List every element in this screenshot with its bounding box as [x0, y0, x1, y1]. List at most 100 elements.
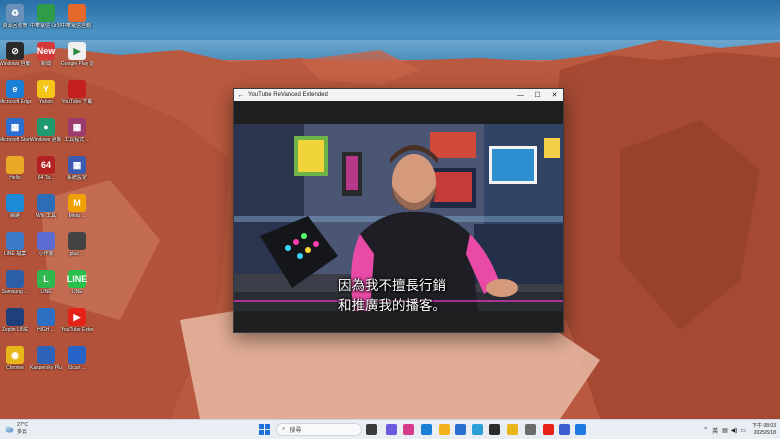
app-icon: ◉	[6, 346, 24, 364]
desktop-icon[interactable]: New 新聞	[31, 40, 61, 76]
bluetooth-icon[interactable]	[575, 424, 586, 435]
cloud-icon	[5, 426, 14, 433]
desktop-icon[interactable]: ▦ 工具程式 ...	[62, 116, 92, 152]
desktop-icon[interactable]: ◉ Chrome	[0, 344, 30, 380]
back-arrow-icon[interactable]: ←	[234, 92, 248, 99]
maximize-button[interactable]: ☐	[529, 91, 546, 99]
desktop-icon[interactable]: 小作家	[31, 230, 61, 266]
file-explorer-icon[interactable]	[439, 424, 450, 435]
desktop-icon[interactable]: Zeplin LINE	[0, 306, 30, 342]
desktop-icon[interactable]: HiGH ...	[31, 306, 61, 342]
photos-icon[interactable]	[472, 424, 483, 435]
system-tray: ^ 英 ▤ ◀) ▭ 下午 08:03 2025/5/18	[704, 422, 776, 438]
desktop-icon-label: 工具程式 ...	[64, 137, 90, 143]
desktop-icon[interactable]: 網路	[0, 192, 30, 228]
app-icon	[37, 232, 55, 250]
desktop-icon[interactable]: L LINE	[31, 268, 61, 304]
app-icon: e	[6, 80, 24, 98]
desktop-icon-label: 資源回收筒	[2, 23, 28, 29]
desktop-icon[interactable]: ▦ 系統設定	[62, 154, 92, 190]
app-icon	[37, 4, 55, 22]
search-placeholder: 搜尋	[289, 428, 302, 434]
clock-time: 下午 08:03	[752, 423, 776, 429]
desktop-icon-label: iScan ...	[67, 365, 87, 371]
desktop-icon[interactable]: Hello	[0, 154, 30, 190]
desktop-icon-label: Hello	[9, 175, 21, 181]
desktop-icon-label: Chrome	[6, 365, 24, 371]
desktop-icon[interactable]: ▶Google Play 遊戲	[61, 40, 93, 76]
app-icon	[6, 232, 24, 250]
video-player-area[interactable]: 因為我不擅長行銷 和推廣我的播客。	[234, 101, 563, 332]
desktop-icon[interactable]: M Meta ...	[62, 192, 92, 228]
desktop-icon[interactable]: iScan ...	[62, 344, 92, 380]
app-icon	[68, 346, 86, 364]
desktop-icon[interactable]: plus ...	[62, 230, 92, 266]
desktop-icon[interactable]: Samsung ...	[0, 268, 30, 304]
app-icon: New	[37, 42, 55, 60]
desktop-icon-label: 64 Ta...	[37, 175, 55, 181]
desktop-icon[interactable]: ▶YouTube Extended	[61, 306, 93, 342]
edge-icon[interactable]	[421, 424, 432, 435]
network-icon[interactable]: ▤	[722, 427, 728, 434]
desktop-icon-label: Windows 自動 修復	[0, 61, 31, 67]
copilot-icon[interactable]	[386, 424, 397, 435]
close-button[interactable]: ✕	[546, 91, 563, 99]
desktop-icon[interactable]: 中華電信自動 ...	[61, 2, 93, 38]
app-icon: ●	[37, 118, 55, 136]
chrome-icon[interactable]	[507, 424, 518, 435]
desktop-icon-label: Win 工具	[35, 213, 56, 219]
desktop-icon-label: LINE 檔案	[3, 251, 27, 257]
desktop-icon[interactable]: Win 工具	[31, 192, 61, 228]
desktop-icon[interactable]: 64 64 Ta...	[31, 154, 61, 190]
app-icon	[6, 194, 24, 212]
app-icon	[37, 346, 55, 364]
desktop-icon[interactable]: LINE LINE	[62, 268, 92, 304]
search-icon: ⌕	[282, 426, 286, 432]
desktop-icon[interactable]: Kaspersky Plus ...	[30, 344, 62, 380]
weather-widget[interactable]: 27°C 多云	[5, 422, 28, 436]
task-view-icon[interactable]	[366, 424, 377, 435]
desktop-icon[interactable]: ▦ Microsoft Store	[0, 116, 31, 152]
taskbar-clock[interactable]: 下午 08:03 2025/5/18	[752, 423, 776, 437]
terminal-icon[interactable]	[489, 424, 500, 435]
settings-icon[interactable]	[525, 424, 536, 435]
desktop-icon[interactable]: Y Yahoo	[31, 78, 61, 114]
app-icon	[6, 308, 24, 326]
volume-icon[interactable]: ◀)	[731, 427, 738, 434]
app-icon	[37, 194, 55, 212]
desktop-icon[interactable]: ●Windows 更新 ...	[30, 116, 62, 152]
app-icon: 64	[37, 156, 55, 174]
start-button-icon[interactable]	[259, 424, 270, 435]
desktop-icon-label: Zeplin LINE	[1, 327, 29, 333]
app-icon[interactable]	[559, 424, 570, 435]
desktop-icon-label: Kaspersky Plus ...	[30, 365, 62, 371]
minimize-button[interactable]: —	[512, 92, 529, 99]
chevron-up-icon[interactable]: ^	[704, 427, 707, 433]
app-icon	[37, 308, 55, 326]
widgets-icon[interactable]	[403, 424, 414, 435]
desktop-icon-label: Meta ...	[68, 213, 86, 219]
desktop-icon-label: 新聞	[40, 61, 51, 67]
taskbar-search-box[interactable]: ⌕ 搜尋	[276, 423, 362, 436]
window-titlebar[interactable]: ← YouTube ReVanced Extended — ☐ ✕	[234, 89, 563, 101]
desktop-icon-label: Yahoo	[38, 99, 54, 105]
desktop-icon[interactable]: LINE 檔案	[0, 230, 30, 266]
desktop-icon[interactable]: YouTube 下載	[61, 78, 93, 114]
youtube-revanced-window[interactable]: ← YouTube ReVanced Extended — ☐ ✕ 因為我不擅長…	[233, 88, 564, 333]
battery-icon[interactable]: ▭	[740, 427, 746, 434]
app-icon: ▦	[6, 118, 24, 136]
desktop-icon[interactable]: ♻ 資源回收筒	[0, 2, 30, 38]
video-frame[interactable]: 因為我不擅長行銷 和推廣我的播客。	[234, 124, 563, 311]
store-icon[interactable]	[455, 424, 466, 435]
youtube-icon[interactable]	[543, 424, 554, 435]
desktop-icon[interactable]: 中華電信 Ur365	[30, 2, 62, 38]
app-icon: ▦	[68, 156, 86, 174]
app-icon: M	[68, 194, 86, 212]
app-icon: Y	[37, 80, 55, 98]
desktop-icon-label: YouTube Extended	[61, 327, 93, 333]
clock-date: 2025/5/18	[753, 430, 776, 436]
desktop-icon[interactable]: ⊘Windows 自動 修復	[0, 40, 31, 76]
app-icon	[68, 232, 86, 250]
desktop-icon[interactable]: e Microsoft Edge	[0, 78, 31, 114]
ime-indicator[interactable]: 英	[712, 426, 718, 435]
